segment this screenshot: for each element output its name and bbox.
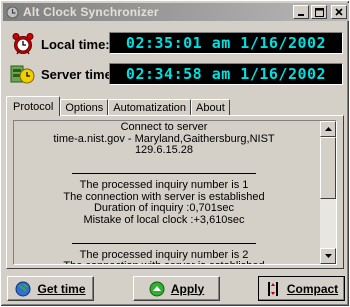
scroll-up-button[interactable] <box>320 121 336 137</box>
window-title: Alt Clock Synchronizer <box>23 5 159 19</box>
compact-icon <box>265 281 281 297</box>
alarm-clock-icon <box>9 31 37 57</box>
scroll-thumb[interactable] <box>320 137 336 199</box>
title-bar[interactable]: Alt Clock Synchronizer <box>3 3 349 21</box>
globe-icon <box>15 281 31 297</box>
apply-label: Apply <box>170 281 205 296</box>
log-text: Connect to server time-a.nist.gov - Maryl… <box>14 121 314 264</box>
log-line: The connection with server is establishe… <box>14 261 314 264</box>
maximize-button[interactable] <box>311 5 327 19</box>
log-separator <box>14 238 314 250</box>
log-line: Connect to server <box>120 121 208 133</box>
maximize-icon <box>314 7 324 17</box>
server-clock-icon <box>9 61 37 87</box>
minimize-button[interactable] <box>293 5 309 19</box>
log-line: The processed inquiry number is 1 <box>79 178 249 191</box>
close-icon <box>335 8 343 16</box>
up-arrow-icon <box>149 281 165 297</box>
compact-label: Compact <box>286 281 339 296</box>
arrow-up-icon <box>324 127 332 131</box>
apply-button[interactable]: Apply <box>133 276 220 301</box>
app-window: Alt Clock Synchronizer Local time: 02:35… <box>0 0 350 307</box>
server-time-display: 02:34:58 am 1/16/2002 <box>109 63 343 85</box>
log-scrollbar[interactable] <box>320 121 336 264</box>
clock-app-icon <box>5 5 19 19</box>
scroll-down-button[interactable] <box>320 248 336 264</box>
arrow-down-icon <box>324 254 332 258</box>
protocol-panel: Connect to server time-a.nist.gov - Maryl… <box>6 115 344 269</box>
log-line: Duration of inquiry :0,701sec <box>93 202 235 215</box>
log-separator <box>14 168 314 180</box>
tab-strip: Protocol Options Automatization About <box>6 96 230 116</box>
tab-automatization[interactable]: Automatization <box>108 99 192 116</box>
protocol-log[interactable]: Connect to server time-a.nist.gov - Maryl… <box>13 120 337 265</box>
compact-button[interactable]: Compact <box>258 276 345 301</box>
tab-protocol[interactable]: Protocol <box>6 96 61 116</box>
local-time-display: 02:35:01 am 1/16/2002 <box>109 32 343 54</box>
tab-about[interactable]: About <box>191 99 230 116</box>
tab-options[interactable]: Options <box>60 99 109 116</box>
get-time-label: Get time <box>37 281 86 296</box>
minimize-icon <box>298 14 304 16</box>
get-time-button[interactable]: Get time <box>7 276 94 301</box>
close-button[interactable] <box>331 5 347 19</box>
